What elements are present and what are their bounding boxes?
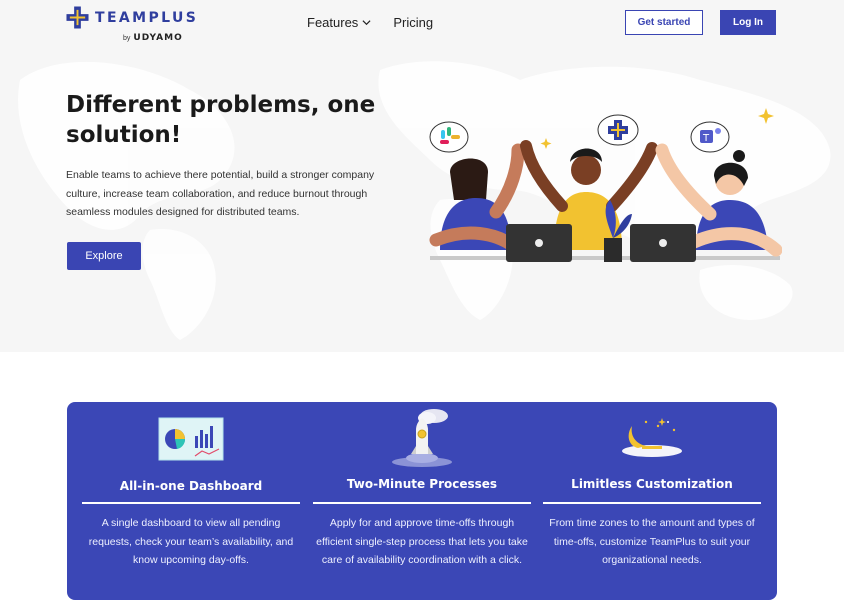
feature-description: Apply for and approve time-offs through … — [316, 517, 528, 566]
feature-divider — [82, 502, 300, 504]
nav-features[interactable]: Features — [307, 15, 371, 30]
teamplus-logo-icon — [66, 6, 89, 29]
login-button[interactable]: Log In — [720, 10, 776, 35]
hero-title: Different problems, one solution! — [66, 92, 376, 148]
feature-title: Two-Minute Processes — [346, 477, 498, 491]
feature-divider — [313, 502, 531, 504]
feature-divider — [543, 502, 761, 504]
feature-title: Limitless Customization — [571, 477, 733, 491]
sparkle-icon — [540, 108, 774, 149]
feature-icon-wrapper — [543, 416, 761, 476]
svg-text:T: T — [702, 133, 710, 144]
chevron-down-icon — [362, 20, 371, 26]
feature-description: A single dashboard to view all pending r… — [88, 517, 294, 566]
nav-pricing-label: Pricing — [393, 15, 434, 30]
dashboard-chart-icon — [158, 417, 224, 461]
byline-company: UDYAMO — [133, 33, 183, 43]
get-started-button[interactable]: Get started — [625, 10, 703, 35]
byline-prefix: by — [123, 34, 131, 42]
teams-bubble-icon: T — [690, 121, 730, 153]
explore-button[interactable]: Explore — [67, 242, 141, 270]
hero-description: Enable teams to achieve there potential,… — [66, 169, 375, 218]
site-header: TEAMPLUS by UDYAMO Features Pricing Get … — [0, 0, 844, 60]
moon-night-icon — [622, 418, 682, 457]
brand-byline: by UDYAMO — [123, 33, 183, 43]
feature-icon-wrapper — [313, 404, 531, 467]
nav-pricing[interactable]: Pricing — [393, 15, 433, 30]
feature-title: All-in-one Dashboard — [119, 479, 263, 493]
brand-name: TEAMPLUS — [95, 9, 199, 26]
rocket-icon — [392, 409, 452, 467]
main-nav: Features Pricing — [307, 15, 433, 30]
feature-icon-wrapper — [82, 416, 300, 476]
brand-logo[interactable]: TEAMPLUS — [66, 6, 198, 29]
features-panel: All-in-one Dashboard A single dashboard … — [67, 402, 777, 600]
feature-description: From time zones to the amount and types … — [549, 517, 755, 566]
slack-bubble-icon — [429, 121, 469, 153]
teamplus-bubble-icon — [597, 114, 639, 146]
nav-features-label: Features — [307, 15, 359, 30]
team-high-five-illustration: T — [429, 108, 782, 262]
